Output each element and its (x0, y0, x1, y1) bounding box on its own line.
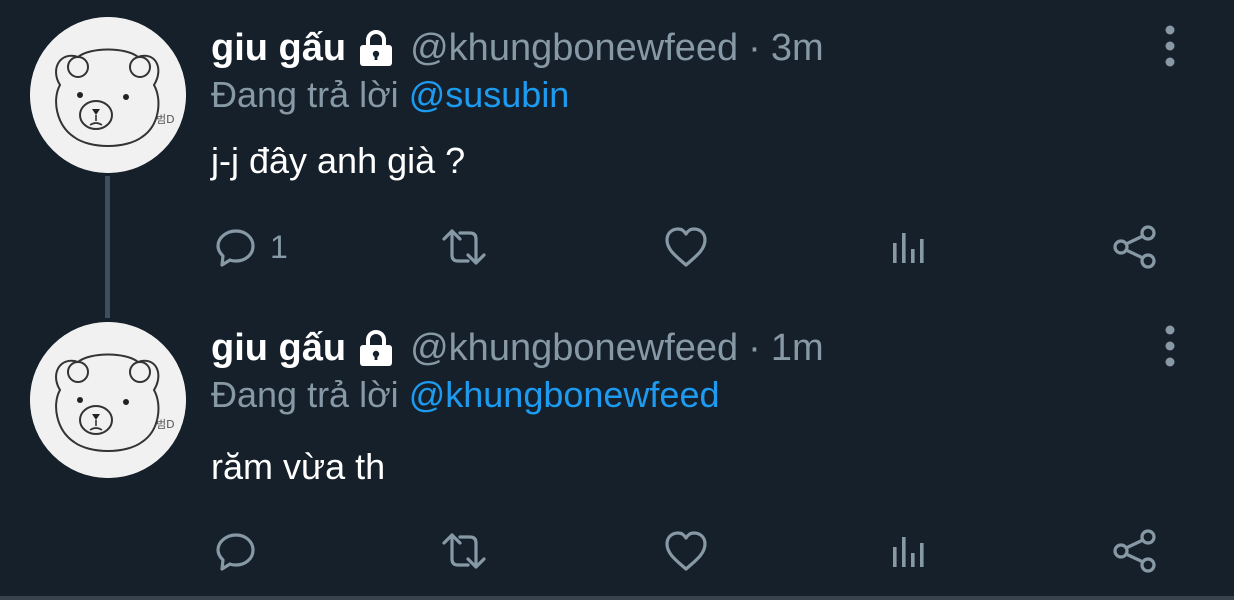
share-button[interactable] (1112, 526, 1158, 576)
avatar[interactable]: 범D (30, 17, 186, 173)
reply-count: 1 (270, 228, 288, 265)
lock-icon (356, 28, 396, 68)
reply-icon (216, 229, 255, 267)
timestamp[interactable]: 1m (771, 327, 824, 370)
lock-icon (356, 328, 396, 368)
avatar-caption: 범D (156, 418, 175, 431)
avatar-caption: 범D (156, 113, 175, 126)
reply-icon (216, 533, 255, 571)
heart-icon (665, 531, 707, 571)
tweet-actions (0, 526, 1234, 576)
tweet-header: giu gấu @khungbonewfeed · 3m (211, 24, 824, 72)
analytics-button[interactable] (888, 222, 932, 272)
separator-dot: · (748, 326, 761, 369)
more-vertical-icon[interactable] (1158, 324, 1182, 368)
display-name[interactable]: giu gấu (211, 27, 346, 70)
tweet-divider (0, 596, 1234, 600)
tweet-actions: 1 (0, 222, 1234, 272)
share-icon (1113, 225, 1156, 269)
tweet-text: j-j đây anh già ? (211, 140, 466, 181)
share-icon (1113, 529, 1156, 573)
tweet[interactable]: 범D giu gấu @khungbonewfeed · 1m Đang trả… (0, 300, 1234, 600)
retweet-icon (442, 229, 486, 265)
analytics-button[interactable] (888, 526, 932, 576)
replying-to-handle[interactable]: @khungbonewfeed (409, 374, 720, 415)
analytics-icon (893, 537, 924, 567)
heart-icon (665, 227, 707, 267)
avatar[interactable]: 범D (30, 322, 186, 478)
timestamp[interactable]: 3m (771, 27, 824, 70)
tweet[interactable]: 범D giu gấu @khungbonewfeed · 3m Đang trả… (0, 0, 1234, 318)
retweet-icon (442, 533, 486, 569)
replying-to-label: Đang trả lời (211, 374, 399, 415)
more-vertical-icon[interactable] (1158, 24, 1182, 68)
tweet-header: giu gấu @khungbonewfeed · 1m (211, 324, 824, 372)
tweet-text: răm vừa th (211, 446, 386, 487)
like-button[interactable] (663, 526, 709, 576)
like-button[interactable] (663, 222, 709, 272)
reply-button[interactable] (214, 526, 270, 576)
replying-to-line: Đang trả lời @susubin (211, 74, 569, 116)
bear-drawing-icon: 범D (30, 322, 186, 478)
display-name[interactable]: giu gấu (211, 327, 346, 370)
user-handle[interactable]: @khungbonewfeed (410, 327, 738, 370)
bear-drawing-icon: 범D (30, 17, 186, 173)
replying-to-line: Đang trả lời @khungbonewfeed (211, 374, 719, 416)
retweet-button[interactable] (438, 526, 490, 576)
separator-dot: · (748, 26, 761, 69)
analytics-icon (893, 233, 924, 263)
replying-to-handle[interactable]: @susubin (409, 74, 570, 115)
reply-button[interactable]: 1 (214, 222, 288, 272)
retweet-button[interactable] (438, 222, 490, 272)
replying-to-label: Đang trả lời (211, 74, 399, 115)
user-handle[interactable]: @khungbonewfeed (410, 27, 738, 70)
share-button[interactable] (1112, 222, 1158, 272)
